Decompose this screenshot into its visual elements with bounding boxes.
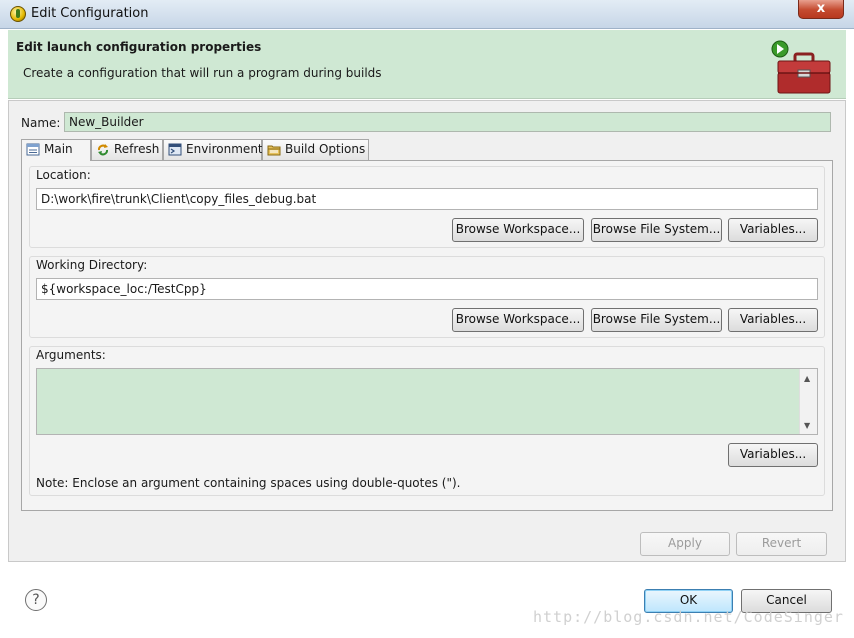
tab-main-label: Main xyxy=(44,142,73,156)
help-icon: ? xyxy=(32,592,40,608)
location-variables-button[interactable]: Variables... xyxy=(728,218,818,242)
working-directory-browse-workspace-button[interactable]: Browse Workspace... xyxy=(452,308,584,332)
name-field[interactable]: New_Builder xyxy=(64,112,831,132)
window-title: Edit Configuration xyxy=(31,6,149,21)
main-tab-icon xyxy=(26,143,40,156)
folder-icon xyxy=(267,145,281,156)
toolbox-run-icon xyxy=(771,40,831,94)
arguments-textarea[interactable]: ▲ ▼ xyxy=(36,368,818,435)
title-bar: Edit Configuration x xyxy=(0,0,854,29)
apply-button[interactable]: Apply xyxy=(640,532,730,556)
tab-refresh-label: Refresh xyxy=(114,142,160,156)
working-directory-variables-button[interactable]: Variables... xyxy=(728,308,818,332)
close-icon: x xyxy=(816,1,826,16)
tab-environment[interactable]: Environment xyxy=(163,139,263,160)
tab-build-options-label: Build Options xyxy=(285,142,366,156)
arguments-note: Note: Enclose an argument containing spa… xyxy=(36,476,461,490)
header-banner: Edit launch configuration properties Cre… xyxy=(8,30,846,99)
working-directory-browse-file-system-button[interactable]: Browse File System... xyxy=(591,308,722,332)
location-browse-file-system-button[interactable]: Browse File System... xyxy=(591,218,722,242)
scroll-down-icon[interactable]: ▼ xyxy=(804,421,810,430)
arguments-variables-button[interactable]: Variables... xyxy=(728,443,818,467)
banner-description: Create a configuration that will run a p… xyxy=(23,66,382,80)
environment-icon xyxy=(168,143,182,156)
arguments-label: Arguments: xyxy=(36,348,106,362)
help-button[interactable]: ? xyxy=(25,589,47,611)
tab-refresh[interactable]: Refresh xyxy=(91,139,163,160)
location-browse-workspace-button[interactable]: Browse Workspace... xyxy=(452,218,584,242)
tab-main[interactable]: Main xyxy=(21,139,91,161)
location-field[interactable]: D:\work\fire\trunk\Client\copy_files_deb… xyxy=(36,188,818,210)
banner-title: Edit launch configuration properties xyxy=(16,40,262,54)
revert-button[interactable]: Revert xyxy=(736,532,827,556)
scroll-up-icon[interactable]: ▲ xyxy=(804,374,810,383)
refresh-icon xyxy=(98,144,108,156)
working-directory-label: Working Directory: xyxy=(36,258,148,272)
working-directory-field[interactable]: ${workspace_loc:/TestCpp} xyxy=(36,278,818,300)
tab-environment-label: Environment xyxy=(186,142,263,156)
watermark: http://blog.csdn.net/CodeSinger xyxy=(533,608,844,626)
name-label: Name: xyxy=(21,116,61,130)
close-button[interactable]: x xyxy=(798,0,844,19)
location-label: Location: xyxy=(36,168,91,182)
arguments-scrollbar[interactable]: ▲ ▼ xyxy=(799,369,817,434)
tab-build-options[interactable]: Build Options xyxy=(262,139,369,160)
eclipse-app-icon xyxy=(10,6,26,22)
